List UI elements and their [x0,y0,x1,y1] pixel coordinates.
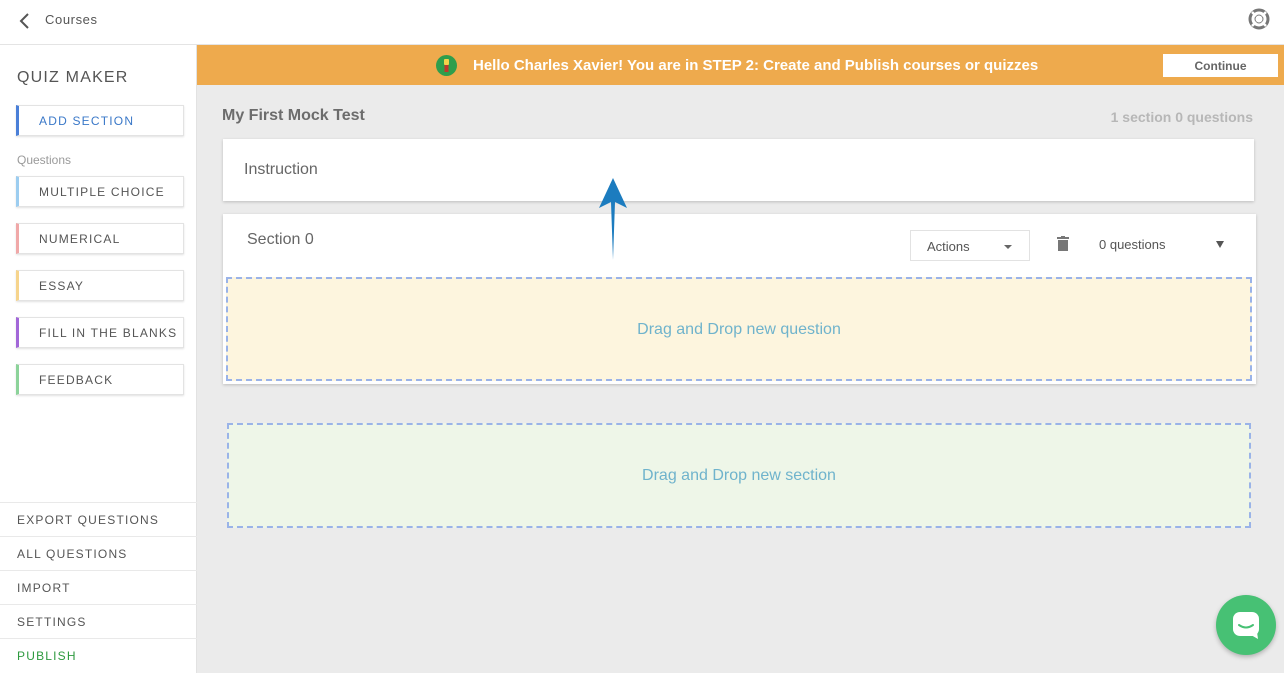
continue-button[interactable]: Continue [1163,54,1278,77]
sidebar-title: QUIZ MAKER [17,69,129,86]
breadcrumb-courses[interactable]: Courses [45,12,98,27]
essay-button[interactable]: ESSAY [16,270,184,301]
instruction-label: Instruction [244,161,318,178]
question-drop-label: Drag and Drop new question [637,321,841,338]
lifebuoy-icon[interactable] [1248,8,1270,30]
section-card: Section 0 Actions 0 questions Drag and D… [223,214,1256,384]
settings-link[interactable]: SETTINGS [0,604,197,638]
add-section-button[interactable]: ADD SECTION [16,105,184,136]
question-drop-zone[interactable]: Drag and Drop new question [226,277,1252,381]
question-count: 0 questions [1099,237,1166,252]
chat-icon [1233,612,1259,639]
step-banner: Hello Charles Xavier! You are in STEP 2:… [197,45,1284,85]
section-title[interactable]: Section 0 [247,231,314,249]
avatar-icon [436,55,457,76]
banner-message: Hello Charles Xavier! You are in STEP 2:… [473,57,1039,74]
actions-dropdown[interactable]: Actions [910,230,1030,261]
import-link[interactable]: IMPORT [0,570,197,604]
top-bar: Courses [0,0,1284,45]
chat-launcher-button[interactable] [1216,595,1276,655]
publish-link[interactable]: PUBLISH [0,638,197,672]
section-drop-zone[interactable]: Drag and Drop new section [227,423,1251,528]
caret-down-icon [1004,245,1012,249]
expand-toggle-icon[interactable] [1216,241,1224,248]
feedback-button[interactable]: FEEDBACK [16,364,184,395]
section-drop-label: Drag and Drop new section [642,467,836,484]
instruction-panel[interactable]: Instruction [223,139,1254,201]
trash-icon[interactable] [1057,236,1069,251]
questions-heading: Questions [17,153,72,167]
export-questions-link[interactable]: EXPORT QUESTIONS [0,502,197,536]
test-title[interactable]: My First Mock Test [222,107,365,125]
all-questions-link[interactable]: ALL QUESTIONS [0,536,197,570]
numerical-button[interactable]: NUMERICAL [16,223,184,254]
sidebar: QUIZ MAKER ADD SECTION Questions MULTIPL… [0,45,197,673]
multiple-choice-button[interactable]: MULTIPLE CHOICE [16,176,184,207]
actions-label: Actions [927,239,970,254]
arrow-up-icon [599,178,627,260]
chevron-left-icon[interactable] [18,12,32,30]
fill-in-the-blanks-button[interactable]: FILL IN THE BLANKS [16,317,184,348]
test-summary: 1 section 0 questions [1110,109,1253,125]
